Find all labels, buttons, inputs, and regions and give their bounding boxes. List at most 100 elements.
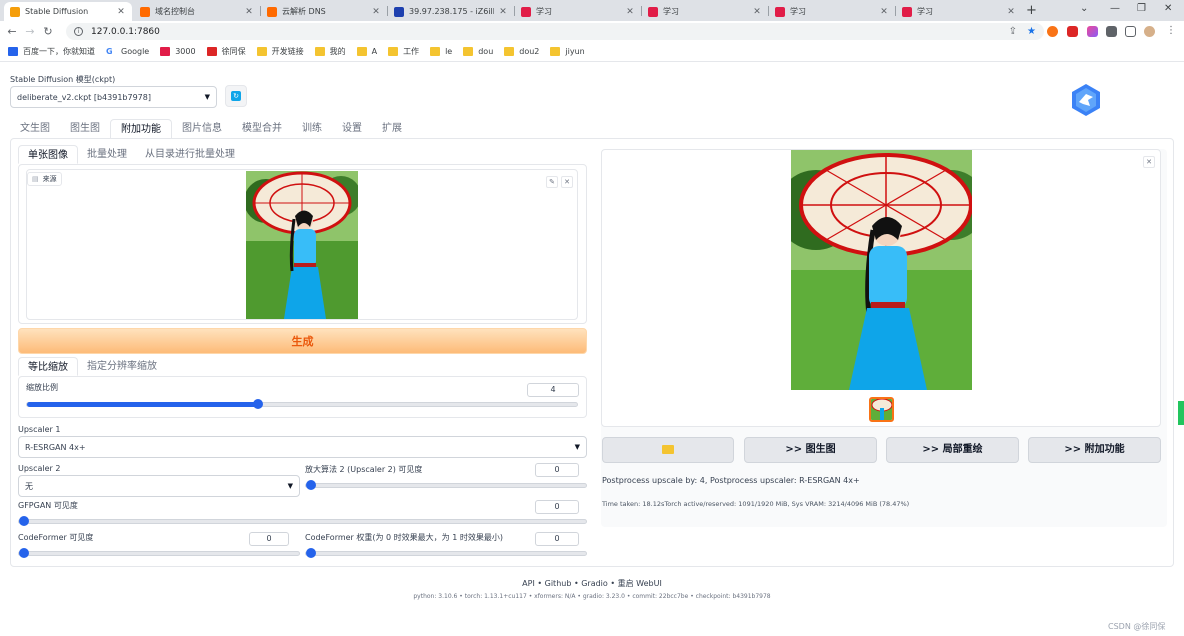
gfpgan-input[interactable]: 0 (535, 500, 579, 514)
bookmark-folder[interactable]: 开发链接 (256, 46, 304, 57)
postprocess-info: Postprocess upscale by: 4, Postprocess u… (602, 476, 860, 485)
extensions-puzzle-icon[interactable] (1106, 26, 1117, 37)
new-tab-icon[interactable]: + (1026, 3, 1037, 18)
scrollbar-marker[interactable] (1178, 401, 1184, 425)
browser-tab[interactable]: 39.97.238.175 - iZ6ilh6 ✕ (388, 2, 514, 21)
profile-avatar[interactable] (1144, 26, 1155, 37)
browser-tab[interactable]: Stable Diffusion ✕ (4, 2, 132, 21)
extension-icon[interactable] (1067, 26, 1078, 37)
send-to-img2img-button[interactable]: >> 图生图 (744, 437, 877, 463)
codeformer-visibility-slider[interactable] (18, 548, 300, 558)
resize-panel (18, 376, 587, 418)
clear-image-icon[interactable]: ✕ (561, 176, 573, 188)
bookmark-item[interactable]: 徐同保 (206, 46, 246, 57)
url-field[interactable]: i 127.0.0.1:7860 ⇪ ★ (66, 23, 1044, 40)
close-tab-icon[interactable]: ✕ (752, 7, 762, 17)
close-window-icon[interactable]: ✕ (1164, 3, 1172, 14)
tab-search-icon[interactable]: ⌄ (1080, 3, 1088, 14)
tab-scale-to[interactable]: 指定分辨率缩放 (78, 357, 166, 376)
bookmark-item[interactable]: 百度一下，你就知道 (8, 46, 95, 57)
tab-batch-process[interactable]: 批量处理 (78, 145, 136, 164)
site-info-icon[interactable]: i (74, 27, 83, 36)
tab-png-info[interactable]: 图片信息 (172, 119, 232, 139)
resize-scale-slider[interactable] (26, 399, 578, 409)
thumbnail-image (871, 399, 892, 420)
time-taken-info: Time taken: 18.12sTorch active/reserved:… (602, 500, 910, 508)
source-tab-bar: 单张图像 批量处理 从目录进行批量处理 (18, 145, 244, 164)
side-panel-icon[interactable] (1125, 26, 1136, 37)
codeformer-weight-input[interactable]: 0 (535, 532, 579, 546)
slider-thumb[interactable] (253, 399, 263, 409)
tab-extras[interactable]: 附加功能 (110, 119, 172, 139)
send-to-extras-button[interactable]: >> 附加功能 (1028, 437, 1161, 463)
codeformer-weight-slider[interactable] (305, 548, 587, 558)
browser-tab[interactable]: 学习 ✕ (515, 2, 641, 21)
tab-img2img[interactable]: 图生图 (60, 119, 110, 139)
close-tab-icon[interactable]: ✕ (498, 7, 508, 17)
resize-scale-input[interactable]: 4 (527, 383, 579, 397)
tab-train[interactable]: 训练 (292, 119, 332, 139)
codeformer-visibility-input[interactable]: 0 (249, 532, 289, 546)
bookmark-folder[interactable]: le (430, 47, 452, 56)
bookmarks-bar: 百度一下，你就知道 G Google 3000 徐同保 开发链接 我的 A 工作 … (0, 42, 1184, 62)
maximize-icon[interactable]: ❐ (1137, 3, 1146, 14)
browser-tab[interactable]: 云解析 DNS ✕ (261, 2, 387, 21)
close-tab-icon[interactable]: ✕ (244, 7, 254, 17)
tab-merge[interactable]: 模型合并 (232, 119, 292, 139)
slider-thumb[interactable] (306, 548, 316, 558)
upscaler2-visibility-slider[interactable] (305, 480, 587, 490)
bookmark-item[interactable]: G Google (106, 47, 149, 56)
refresh-icon: ↻ (231, 91, 241, 101)
tab-batch-from-dir[interactable]: 从目录进行批量处理 (136, 145, 244, 164)
tab-single-image[interactable]: 单张图像 (18, 145, 78, 164)
close-preview-icon[interactable]: ✕ (1143, 156, 1155, 168)
slider-thumb[interactable] (19, 516, 29, 526)
open-folder-button[interactable] (602, 437, 734, 463)
back-icon[interactable]: ← (6, 25, 18, 38)
bookmark-folder[interactable]: 我的 (314, 46, 346, 57)
browser-tab[interactable]: 学习 ✕ (642, 2, 768, 21)
extension-icon[interactable] (1047, 26, 1058, 37)
browser-tab[interactable]: 域名控制台 ✕ (134, 2, 260, 21)
upscaler2-visibility-input[interactable]: 0 (535, 463, 579, 477)
tab-extensions[interactable]: 扩展 (372, 119, 412, 139)
extension-icon[interactable] (1087, 26, 1098, 37)
close-tab-icon[interactable]: ✕ (371, 7, 381, 17)
browser-tab[interactable]: 学习 ✕ (896, 2, 1022, 21)
reload-icon[interactable]: ↻ (42, 25, 54, 38)
gfpgan-slider[interactable] (18, 516, 587, 526)
bookmark-folder[interactable]: jiyun (550, 47, 585, 56)
close-tab-icon[interactable]: ✕ (1006, 7, 1016, 17)
app-icon (160, 47, 171, 56)
bookmark-folder[interactable]: 工作 (388, 46, 419, 57)
menu-icon[interactable]: ⋮ (1166, 26, 1176, 37)
bookmark-item[interactable]: 3000 (160, 47, 196, 56)
google-icon: G (106, 47, 113, 56)
tab-txt2img[interactable]: 文生图 (10, 119, 60, 139)
generate-button[interactable]: 生成 (18, 328, 587, 354)
terminal-favicon-icon (394, 6, 404, 17)
upscaler1-select[interactable]: R-ESRGAN 4x+ ▼ (18, 436, 587, 458)
tab-settings[interactable]: 设置 (332, 119, 372, 139)
share-icon[interactable]: ⇪ (1009, 26, 1017, 37)
bookmark-folder[interactable]: dou2 (504, 47, 539, 56)
close-tab-icon[interactable]: ✕ (116, 7, 126, 17)
forward-icon[interactable]: → (24, 25, 36, 38)
output-thumbnail[interactable] (869, 397, 894, 422)
bookmark-star-icon[interactable]: ★ (1027, 26, 1036, 37)
edit-icon[interactable]: ✎ (546, 176, 558, 188)
refresh-models-button[interactable]: ↻ (225, 85, 247, 107)
close-tab-icon[interactable]: ✕ (879, 7, 889, 17)
slider-thumb[interactable] (306, 480, 316, 490)
tab-scale-by[interactable]: 等比缩放 (18, 357, 78, 376)
bookmark-folder[interactable]: A (356, 47, 377, 56)
model-select[interactable]: deliberate_v2.ckpt [b4391b7978] ▼ (10, 86, 217, 108)
close-tab-icon[interactable]: ✕ (625, 7, 635, 17)
browser-tab[interactable]: 学习 ✕ (769, 2, 895, 21)
bookmark-folder[interactable]: dou (463, 47, 493, 56)
upscaler2-select[interactable]: 无 ▼ (18, 475, 300, 497)
minimize-icon[interactable]: — (1110, 3, 1120, 14)
footer-links[interactable]: API • Github • Gradio • 重启 WebUI (0, 578, 1184, 589)
slider-thumb[interactable] (19, 548, 29, 558)
send-to-inpaint-button[interactable]: >> 局部重绘 (886, 437, 1019, 463)
